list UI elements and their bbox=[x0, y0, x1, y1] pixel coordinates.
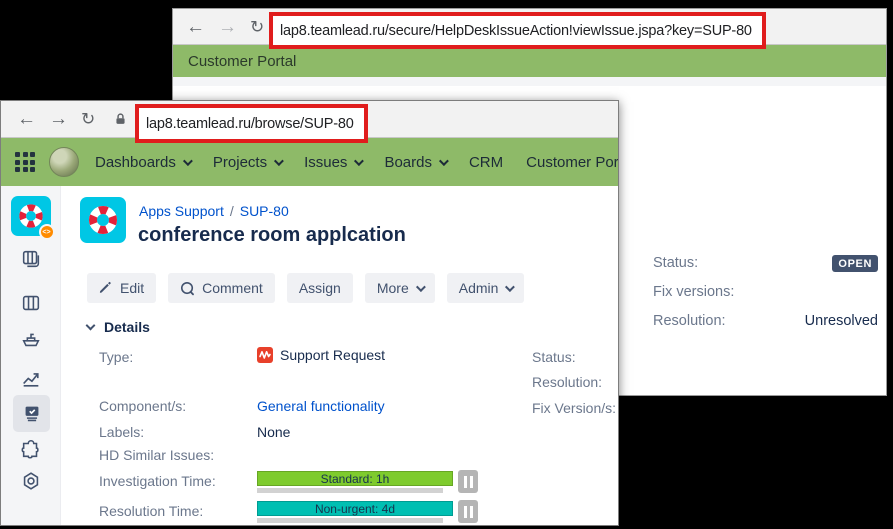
backlog-icon[interactable] bbox=[20, 248, 42, 270]
lifebuoy-icon bbox=[85, 202, 121, 238]
issue-title: conference room applcation bbox=[138, 224, 406, 247]
issue-main-panel: Apps Support/SUP-80 conference room appl… bbox=[62, 186, 618, 525]
resolution-time-label: Resolution Time: bbox=[99, 503, 203, 519]
fix-versions-row: Fix versions: bbox=[653, 283, 878, 301]
nav-projects[interactable]: Projects bbox=[213, 154, 281, 171]
nav-boards[interactable]: Boards bbox=[384, 154, 446, 171]
back-icon[interactable]: ← bbox=[186, 17, 205, 36]
app-switcher-icon[interactable] bbox=[15, 152, 35, 172]
component-label: Component/s: bbox=[99, 398, 186, 414]
issues-sidebar-selected[interactable] bbox=[13, 395, 50, 432]
issues-icon bbox=[21, 403, 43, 425]
addons-puzzle-icon[interactable] bbox=[20, 438, 42, 460]
fix-versions-label: Fix versions: bbox=[653, 284, 734, 300]
customer-portal-banner: Customer Portal bbox=[173, 45, 886, 77]
url-highlight-box: lap8.teamlead.ru/browse/SUP-80 bbox=[135, 104, 368, 143]
breadcrumb-separator: / bbox=[224, 203, 240, 219]
reports-chart-icon[interactable] bbox=[20, 367, 42, 389]
resolution-label: Resolution: bbox=[653, 313, 726, 329]
issue-status-panel: Status: OPEN Fix versions: Resolution: U… bbox=[653, 254, 878, 341]
foreground-browser-window: ← → ↻ lap8.teamlead.ru/browse/SUP-80 Das… bbox=[0, 100, 619, 526]
type-label: Type: bbox=[99, 349, 133, 365]
hd-similar-issues-label: HD Similar Issues: bbox=[99, 447, 214, 463]
page-divider bbox=[173, 77, 886, 86]
chevron-down-icon bbox=[505, 282, 515, 292]
component-value: General functionality bbox=[257, 398, 385, 414]
nav-customer-portal[interactable]: Customer Portal bbox=[526, 154, 618, 171]
breadcrumb-issue-link[interactable]: SUP-80 bbox=[240, 203, 289, 219]
action-button-row: Edit Comment Assign More Admin bbox=[87, 273, 524, 303]
resolution-pause-button[interactable] bbox=[458, 500, 478, 523]
issue-project-avatar[interactable] bbox=[80, 197, 126, 243]
forward-icon[interactable]: → bbox=[49, 110, 68, 129]
pencil-icon bbox=[99, 281, 113, 295]
component-link[interactable]: General functionality bbox=[257, 398, 385, 414]
releases-ship-icon[interactable] bbox=[20, 328, 42, 350]
details-section-header[interactable]: Details bbox=[87, 319, 150, 335]
nav-dashboards[interactable]: Dashboards bbox=[95, 154, 190, 171]
back-icon[interactable]: ← bbox=[17, 110, 36, 129]
project-avatar[interactable]: <> bbox=[11, 196, 51, 236]
admin-button[interactable]: Admin bbox=[447, 273, 525, 303]
details-heading: Details bbox=[104, 319, 150, 335]
status-row: Status: OPEN bbox=[653, 254, 878, 272]
address-bar-url[interactable]: lap8.teamlead.ru/browse/SUP-80 bbox=[146, 116, 354, 132]
comment-bubble-icon bbox=[180, 281, 195, 296]
nav-issues[interactable]: Issues bbox=[304, 154, 361, 171]
resolution-sla-track bbox=[257, 518, 443, 523]
investigation-time-label: Investigation Time: bbox=[99, 473, 216, 489]
labels-value: None bbox=[257, 424, 290, 440]
address-bar-url[interactable]: lap8.teamlead.ru/secure/HelpDeskIssueAct… bbox=[280, 23, 752, 39]
chevron-down-icon bbox=[416, 282, 426, 292]
app-navbar: Dashboards Projects Issues Boards CRM Cu… bbox=[1, 138, 618, 186]
status-label: Status: bbox=[532, 349, 576, 365]
breadcrumb: Apps Support/SUP-80 bbox=[139, 203, 289, 219]
chevron-down-icon bbox=[439, 156, 449, 166]
investigation-pause-button[interactable] bbox=[458, 470, 478, 493]
labels-label: Labels: bbox=[99, 424, 144, 440]
resolution-sla-bar: Non-urgent: 4d bbox=[257, 501, 453, 516]
investigation-sla-track bbox=[257, 488, 443, 493]
support-request-type-icon bbox=[257, 347, 273, 363]
status-label: Status: bbox=[653, 255, 698, 271]
board-icon[interactable] bbox=[20, 292, 42, 314]
edit-button[interactable]: Edit bbox=[87, 273, 156, 303]
more-button[interactable]: More bbox=[365, 273, 435, 303]
dev-badge-icon: <> bbox=[39, 224, 55, 240]
yoda-logo-avatar[interactable] bbox=[49, 147, 79, 177]
lock-icon bbox=[114, 112, 127, 127]
url-highlight-box: lap8.teamlead.ru/secure/HelpDeskIssueAct… bbox=[269, 12, 766, 49]
resolution-row: Resolution: Unresolved bbox=[653, 312, 878, 330]
fix-version-label: Fix Version/s: bbox=[532, 400, 616, 416]
reload-icon[interactable]: ↻ bbox=[250, 18, 264, 35]
project-sidebar: <> bbox=[1, 186, 61, 525]
resolution-label: Resolution: bbox=[532, 374, 602, 390]
resolution-value: Unresolved bbox=[805, 313, 878, 329]
nav-crm[interactable]: CRM bbox=[469, 154, 503, 171]
assign-button[interactable]: Assign bbox=[287, 273, 353, 303]
chevron-down-icon bbox=[274, 156, 284, 166]
comment-button[interactable]: Comment bbox=[168, 273, 275, 303]
chevron-down-icon bbox=[183, 156, 193, 166]
chevron-down-icon bbox=[86, 321, 96, 331]
reload-icon[interactable]: ↻ bbox=[81, 111, 95, 128]
type-value: Support Request bbox=[257, 347, 385, 363]
investigation-sla-bar: Standard: 1h bbox=[257, 471, 453, 486]
screenshot-stage: ← → ↻ lap8.teamlead.ru/secure/HelpDeskIs… bbox=[0, 0, 893, 529]
settings-hexagon-icon[interactable] bbox=[20, 470, 42, 492]
forward-icon[interactable]: → bbox=[218, 17, 237, 36]
chevron-down-icon bbox=[354, 156, 364, 166]
breadcrumb-project-link[interactable]: Apps Support bbox=[139, 203, 224, 219]
customer-portal-banner-label: Customer Portal bbox=[188, 53, 296, 70]
status-badge[interactable]: OPEN bbox=[832, 255, 878, 272]
